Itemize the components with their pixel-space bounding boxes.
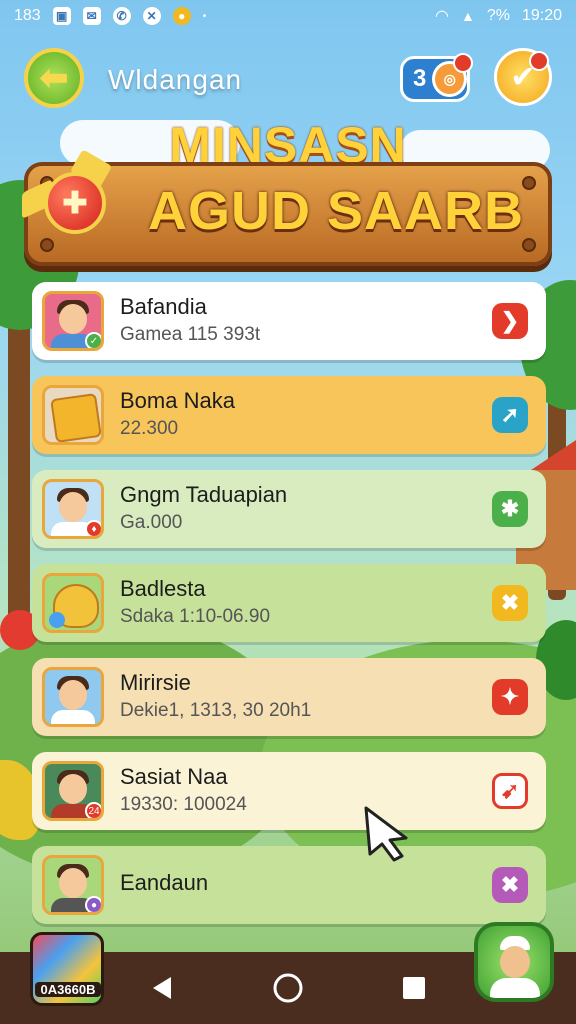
row-name: Mirirsie <box>120 670 191 695</box>
list-item[interactable]: ● Eandaun ✖ <box>32 846 546 924</box>
game-emblem-icon: ✚ <box>22 149 118 244</box>
banner-title-main: AGUD SAARB <box>148 181 525 241</box>
row-name: Badlesta <box>120 576 206 601</box>
avatar: ♦ <box>42 479 104 539</box>
avatar <box>42 667 104 727</box>
list-item[interactable]: Boma Naka 22.300 ➚ <box>32 376 546 454</box>
home-nav-button[interactable] <box>268 968 308 1008</box>
dot-icon: • <box>202 10 207 22</box>
alert-dot-icon <box>529 51 549 71</box>
row-subtitle: Sdaka 1:10-06.90 <box>120 606 271 627</box>
row-subtitle: Gamea 115 393t <box>120 324 261 345</box>
header: ⬅ Wldangan 3 ◎ ✔ <box>0 40 576 120</box>
message-icon: ✉ <box>82 7 101 25</box>
back-button[interactable]: ⬅ <box>24 48 84 108</box>
battery-text: ?% <box>486 7 510 24</box>
row-name: Sasiat Naa <box>120 764 228 789</box>
avatar <box>42 573 104 633</box>
avatar <box>42 385 104 445</box>
coin-icon: ● <box>172 7 191 25</box>
x-icon[interactable]: ✖ <box>492 867 528 903</box>
x-icon[interactable]: ✖ <box>492 585 528 621</box>
list-item[interactable]: ✓ Bafandia Gamea 115 393t ❯ <box>32 282 546 360</box>
sparkle-icon[interactable]: ✦ <box>492 679 528 715</box>
badge-count: 3 <box>413 65 427 92</box>
status-time: 19:20 <box>521 7 562 24</box>
status-left-text: 183 <box>14 7 41 24</box>
row-name: Eandaun <box>120 870 209 895</box>
whatsapp-icon: ✆ <box>112 7 131 25</box>
row-name: Gngm Taduapian <box>120 482 288 507</box>
row-name: Boma Naka <box>120 388 235 413</box>
app-shortcut-label: 0A3660B <box>35 982 101 997</box>
verified-icon: ✓ <box>85 332 101 348</box>
triangle-back-icon <box>153 977 171 999</box>
photo-icon: ▣ <box>52 7 71 25</box>
list-item[interactable]: 24 Sasiat Naa 19330: 100024 ➹ <box>32 752 546 830</box>
next-arrow-icon[interactable]: ❯ <box>492 303 528 339</box>
gem-icon: ● <box>85 896 101 912</box>
row-name: Bafandia <box>120 294 207 319</box>
close-icon: ✕ <box>142 7 161 25</box>
notification-badge[interactable]: 3 ◎ <box>400 53 473 102</box>
back-nav-button[interactable] <box>142 968 182 1008</box>
app-shortcut[interactable]: 0A3660B <box>30 932 104 1006</box>
avatar-face-icon <box>500 946 530 978</box>
share-icon[interactable]: ➚ <box>492 397 528 433</box>
page-title: Wldangan <box>108 64 243 95</box>
row-subtitle: Ga.000 <box>120 512 183 533</box>
list-item[interactable]: Badlesta Sdaka 1:10-06.90 ✖ <box>32 564 546 642</box>
star-map-icon[interactable]: ➹ <box>492 773 528 809</box>
avatar: ● <box>42 855 104 915</box>
alert-dot-icon <box>453 53 473 73</box>
square-recents-icon <box>403 977 425 999</box>
gem-icon: ♦ <box>85 520 101 536</box>
title-banner: MINSASN AGUD SAARB ✚ <box>0 110 576 275</box>
cursor-icon <box>364 806 408 862</box>
row-subtitle: 19330: 100024 <box>120 794 247 815</box>
wifi-icon: ◠ <box>435 8 449 25</box>
arrow-left-icon: ⬅ <box>39 59 69 97</box>
signal-icon: ▲ <box>460 8 475 24</box>
bonus-button[interactable]: ✔ <box>494 48 552 106</box>
row-subtitle: Dekie1, 1313, 30 20h1 <box>120 700 312 721</box>
profile-button[interactable] <box>474 922 554 1002</box>
row-badge: 24 <box>85 802 101 818</box>
avatar: 24 <box>42 761 104 821</box>
row-subtitle: 22.300 <box>120 418 179 439</box>
puzzle-icon[interactable]: ✱ <box>492 491 528 527</box>
avatar: ✓ <box>42 291 104 351</box>
list-item[interactable]: Mirirsie Dekie1, 1313, 30 20h1 ✦ <box>32 658 546 736</box>
status-bar: 183 ▣ ✉ ✆ ✕ ● • ◠ ▲ ?% 19:20 <box>0 0 576 32</box>
home-circle-icon <box>273 973 303 1003</box>
list-item[interactable]: ♦ Gngm Taduapian Ga.000 ✱ <box>32 470 546 548</box>
recents-nav-button[interactable] <box>394 968 434 1008</box>
